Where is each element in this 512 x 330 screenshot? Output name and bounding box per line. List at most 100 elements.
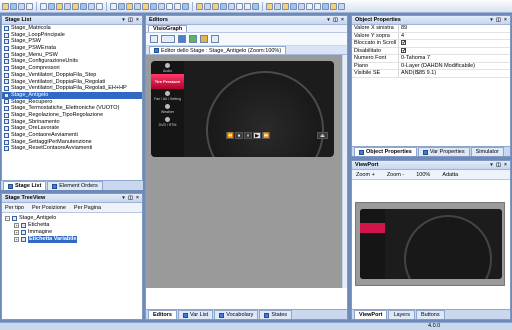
player-button[interactable]: ⏩ — [262, 132, 270, 139]
toolbar-tool-icon[interactable] — [314, 2, 321, 10]
toolbar-tool-icon[interactable] — [26, 2, 33, 10]
toolbar-tool-icon[interactable] — [228, 2, 235, 10]
property-value[interactable]: 0-Layer (DAHDN Modificabile) — [399, 63, 475, 70]
device-screen[interactable]: Audio Tire Pressure Fan / Air / Setting Wea… — [151, 61, 334, 157]
dock-icon[interactable]: ◫ — [128, 195, 133, 201]
tab-states[interactable]: States — [259, 310, 293, 319]
toolbar-tool-icon[interactable] — [298, 2, 305, 10]
property-value[interactable]: ✔ — [399, 40, 406, 47]
list-item[interactable]: Stage_Matricola — [2, 25, 142, 32]
dock-icon[interactable]: ◫ — [496, 17, 501, 23]
toolbar-tool-icon[interactable] — [338, 2, 345, 10]
list-item[interactable]: Stage_Sbrinamento — [2, 119, 142, 126]
tab-editors[interactable]: Editors — [148, 310, 177, 319]
toolbar-tool-icon[interactable] — [142, 2, 149, 10]
tab-simulator[interactable]: Simulator — [470, 147, 504, 156]
viewport-preview[interactable] — [355, 202, 505, 286]
device-menu-item[interactable]: DVD / RTM — [151, 115, 184, 128]
list-item[interactable]: Stage_SettaggiPerManutenzione — [2, 139, 142, 146]
toolbar-tool-icon[interactable] — [196, 2, 203, 10]
list-item[interactable]: Stage_Ventilatori_DoppiaFila_Step — [2, 72, 142, 79]
list-item[interactable]: Stage_Antigelo — [2, 91, 142, 99]
toolbar-tool-icon[interactable] — [212, 2, 219, 10]
image-tool-icon[interactable] — [189, 35, 197, 43]
property-row[interactable]: Disabilitato ✔ — [352, 47, 510, 55]
expand-icon[interactable]: + — [14, 223, 19, 228]
list-item[interactable]: Stage_ContaoreAvviamenti — [2, 132, 142, 139]
list-item[interactable]: Stage_Ventilatori_DoppiaFila_Regolati_EH… — [2, 85, 142, 92]
close-icon[interactable]: × — [503, 162, 508, 168]
toolbar-tool-icon[interactable] — [290, 2, 297, 10]
toolbar-tool-icon[interactable] — [126, 2, 133, 10]
pin-icon[interactable]: ▾ — [326, 17, 331, 23]
toolbar-tool-icon[interactable] — [10, 2, 17, 10]
dock-icon[interactable]: ◫ — [128, 17, 133, 23]
player-button[interactable]: ⏸ — [244, 132, 252, 139]
toolbar-tool-icon[interactable] — [110, 2, 117, 10]
tab-stage-list[interactable]: Stage List — [3, 181, 47, 190]
toolbar-tool-icon[interactable] — [236, 2, 243, 10]
close-icon[interactable]: × — [135, 195, 140, 201]
player-button[interactable]: ▶ — [253, 132, 261, 139]
pointer-icon[interactable] — [150, 35, 158, 43]
close-icon[interactable]: × — [135, 17, 140, 23]
toolbar-tool-icon[interactable] — [118, 2, 125, 10]
filter-per-pagina[interactable]: Per Pagina — [74, 205, 101, 211]
list-item[interactable]: Stage_Menu_PSW — [2, 52, 142, 59]
toolbar-tool-icon[interactable] — [2, 2, 9, 10]
device-menu-item[interactable]: Fan / Air / Setting — [151, 89, 184, 102]
toolbar-tool-icon[interactable] — [244, 2, 251, 10]
expand-icon[interactable]: + — [14, 237, 19, 242]
button-tool-icon[interactable] — [200, 35, 208, 43]
stage-canvas[interactable]: Audio Tire Pressure Fan / Air / Setting Wea… — [146, 55, 347, 288]
tab-buttons[interactable]: Buttons — [415, 310, 445, 319]
fit-button[interactable]: Adatta — [442, 172, 458, 178]
tab-element-orders[interactable]: Element Orders — [47, 181, 103, 190]
property-row[interactable]: Visibile SE AND(I$85 9.1) — [352, 70, 510, 78]
toolbar-tool-icon[interactable] — [322, 2, 329, 10]
property-value[interactable]: 0-Tahoma 7 — [399, 55, 430, 62]
property-row[interactable]: Bloccato in Scroll ✔ — [352, 40, 510, 48]
tab-visiograph[interactable]: VisioGraph — [148, 25, 188, 32]
device-menu-item[interactable]: Weather — [151, 102, 184, 115]
close-icon[interactable]: × — [340, 17, 345, 23]
toolbar-tool-icon[interactable] — [220, 2, 227, 10]
list-item[interactable]: Stage_ConfigurazioneUnits — [2, 58, 142, 65]
tab-var-properties[interactable]: Var Properties — [417, 147, 470, 156]
player-button[interactable]: ⏪ — [226, 132, 234, 139]
toolbar-tool-icon[interactable] — [40, 2, 47, 10]
tree-node[interactable]: + Etichetta — [5, 222, 142, 229]
toolbar-tool-icon[interactable] — [96, 2, 103, 10]
pin-icon[interactable]: ▾ — [121, 17, 126, 23]
toolbar-tool-icon[interactable] — [80, 2, 87, 10]
toolbar-tool-icon[interactable] — [88, 2, 95, 10]
toolbar-tool-icon[interactable] — [330, 2, 337, 10]
property-value[interactable]: AND(I$85 9.1) — [399, 70, 436, 77]
list-item[interactable]: Stage_Compressori — [2, 65, 142, 72]
device-menu-item[interactable]: Audio — [151, 61, 184, 74]
toolbar-tool-icon[interactable] — [158, 2, 165, 10]
pin-icon[interactable]: ▾ — [121, 195, 126, 201]
close-icon[interactable]: × — [503, 17, 508, 23]
toolbar-tool-icon[interactable] — [134, 2, 141, 10]
property-row[interactable]: Valore X sinistra 89 — [352, 25, 510, 33]
list-item[interactable]: Stage_Ventilatori_DoppiaFila_Regolati — [2, 79, 142, 86]
property-row[interactable]: Piano 0-Layer (DAHDN Modificabile) — [352, 62, 510, 70]
player-button[interactable]: ⏹ — [235, 132, 243, 139]
tree-node[interactable]: + Immagine — [5, 229, 142, 236]
toolbar-tool-icon[interactable] — [56, 2, 63, 10]
toolbar-tool-icon[interactable] — [150, 2, 157, 10]
list-item[interactable]: Stage_ResetContaoreAvviamenti — [2, 145, 142, 152]
toolbar-tool-icon[interactable] — [266, 2, 273, 10]
tab-viewport[interactable]: ViewPort — [354, 310, 388, 319]
pin-icon[interactable]: ▾ — [489, 17, 494, 23]
list-item[interactable]: Stage_Recupero — [2, 99, 142, 106]
property-value[interactable]: ✔ — [399, 47, 406, 55]
property-row[interactable]: Valore Y sopra 4 — [352, 32, 510, 40]
zoom-in-button[interactable]: Zoom + — [356, 172, 375, 178]
list-item[interactable]: Stage_Regolazione_TipoRegolazione — [2, 112, 142, 119]
pin-icon[interactable]: ▾ — [489, 162, 494, 168]
toolbar-tool-icon[interactable] — [174, 2, 181, 10]
tab-stage-editor[interactable]: Editor dello Stage : Stage_Antigelo (Zoo… — [149, 46, 287, 54]
checkbox[interactable]: ✔ — [401, 40, 406, 46]
